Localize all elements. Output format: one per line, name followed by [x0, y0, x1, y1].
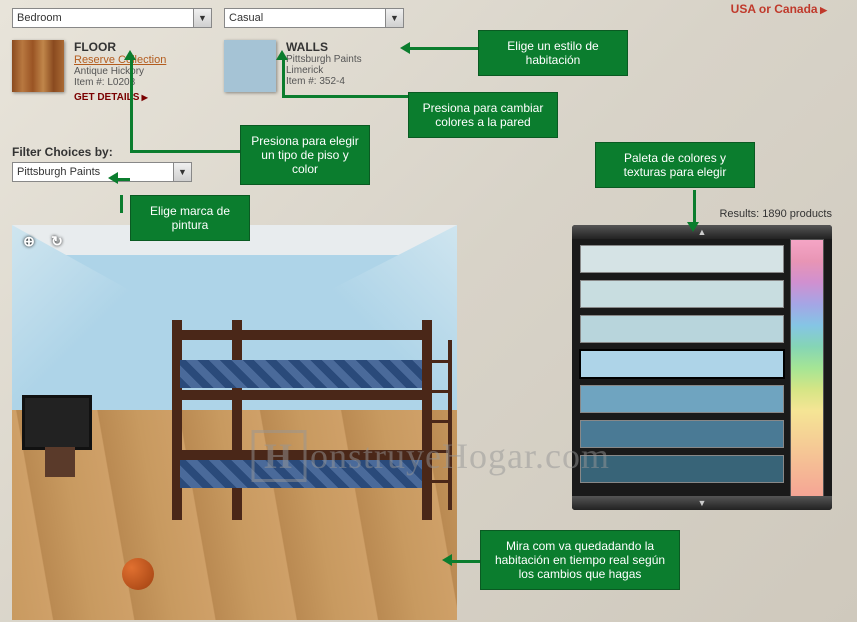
style-dropdown-value: Casual	[229, 12, 263, 24]
color-swatch[interactable]	[580, 350, 784, 378]
color-swatch[interactable]	[580, 315, 784, 343]
walls-title: WALLS	[286, 40, 362, 54]
chevron-down-icon: ▼	[173, 163, 191, 181]
floor-collection-link[interactable]: Reserve Collection	[74, 54, 166, 66]
callout-floor: Presiona para elegir un tipo de piso y c…	[240, 125, 370, 185]
walls-swatch	[224, 40, 276, 92]
refresh-icon[interactable]: ↻	[46, 230, 68, 252]
color-swatch[interactable]	[580, 455, 784, 483]
floor-details-link[interactable]: GET DETAILS	[74, 92, 148, 103]
color-swatch[interactable]	[580, 280, 784, 308]
callout-brand: Elige marca de pintura	[130, 195, 250, 241]
walls-card[interactable]: WALLS Pittsburgh Paints Limerick Item #:…	[224, 40, 362, 92]
floor-name: Antique Hickory	[74, 66, 166, 77]
callout-walls: Presiona para cambiar colores a la pared	[408, 92, 558, 138]
color-palette: ▲ ▼	[572, 225, 832, 510]
callout-preview: Mira com va quedadando la habitación en …	[480, 530, 680, 590]
style-dropdown[interactable]: Casual ▼	[224, 8, 404, 28]
chevron-down-icon: ▼	[385, 9, 403, 27]
walls-item-number: Item #: 352-4	[286, 76, 362, 87]
floor-card[interactable]: FLOOR Reserve Collection Antique Hickory…	[12, 40, 166, 103]
floor-title: FLOOR	[74, 40, 166, 54]
filter-dropdown[interactable]: Pittsburgh Paints ▼	[12, 162, 192, 182]
chevron-down-icon: ▼	[193, 9, 211, 27]
palette-scroll-up[interactable]: ▲	[572, 225, 832, 239]
walls-name: Limerick	[286, 65, 362, 76]
filter-label: Filter Choices by:	[12, 145, 113, 159]
zoom-in-icon[interactable]: ⊕	[18, 230, 40, 252]
floor-item-number: Item #: L0208	[74, 77, 166, 88]
filter-dropdown-value: Pittsburgh Paints	[17, 166, 100, 178]
walls-brand: Pittsburgh Paints	[286, 54, 362, 65]
color-swatch[interactable]	[580, 245, 784, 273]
room-preview	[12, 225, 457, 620]
floor-swatch	[12, 40, 64, 92]
callout-style: Elige un estilo de habitación	[478, 30, 628, 76]
color-swatch[interactable]	[580, 385, 784, 413]
hue-gradient[interactable]	[790, 239, 824, 497]
color-swatch[interactable]	[580, 420, 784, 448]
palette-scroll-down[interactable]: ▼	[572, 496, 832, 510]
callout-palette: Paleta de colores y texturas para elegir	[595, 142, 755, 188]
results-count: Results: 1890 products	[719, 208, 832, 220]
room-dropdown-value: Bedroom	[17, 12, 62, 24]
room-dropdown[interactable]: Bedroom ▼	[12, 8, 212, 28]
region-link[interactable]: USA or Canada	[731, 2, 827, 16]
